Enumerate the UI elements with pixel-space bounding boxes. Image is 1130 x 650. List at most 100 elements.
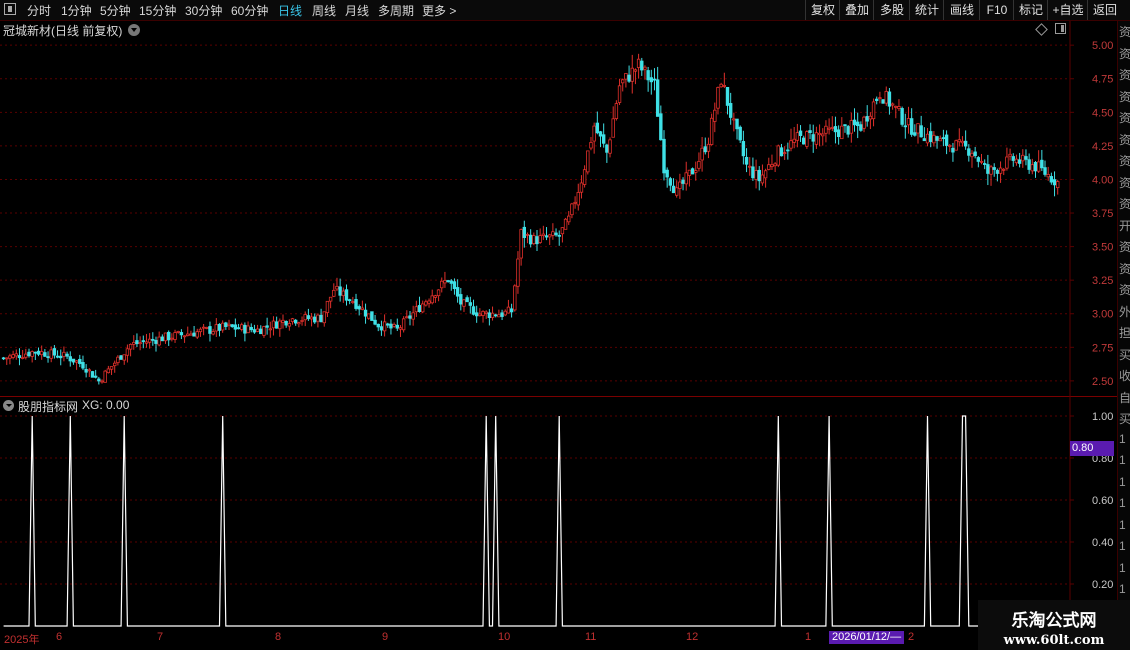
candle-body xyxy=(255,328,260,332)
chevron-down-icon[interactable] xyxy=(3,400,14,411)
candle xyxy=(20,350,25,360)
candle-body xyxy=(544,235,549,238)
candle xyxy=(354,293,358,311)
back-button[interactable]: 返回 xyxy=(1087,0,1122,20)
candle-body xyxy=(287,323,292,327)
candle-body xyxy=(982,163,987,165)
panel-toggle-icon[interactable] xyxy=(1055,23,1066,34)
candle-body xyxy=(411,312,415,320)
candle xyxy=(14,349,18,360)
candle-body xyxy=(757,169,761,182)
candle-body xyxy=(852,119,857,126)
candle xyxy=(198,327,203,337)
candle-body xyxy=(398,327,403,330)
candle xyxy=(132,335,136,350)
chevron-down-icon[interactable] xyxy=(128,24,140,36)
candle-body xyxy=(262,326,266,336)
overlay-button[interactable]: 叠加 xyxy=(839,0,874,20)
candle-body xyxy=(290,318,295,323)
candle xyxy=(516,251,520,294)
candle xyxy=(652,68,657,91)
candle xyxy=(347,298,352,305)
period-tab-weekly[interactable]: 周线 xyxy=(312,2,336,19)
candle-body xyxy=(494,314,498,317)
right-strip-char: 1 xyxy=(1119,560,1126,575)
period-tab-timeshare[interactable]: 分时 xyxy=(27,2,51,19)
period-tab-5min[interactable]: 5分钟 xyxy=(100,2,131,19)
candle xyxy=(144,333,149,348)
f10-button[interactable]: F10 xyxy=(979,0,1014,20)
candle xyxy=(798,125,803,142)
candle-body xyxy=(586,150,590,173)
candle xyxy=(554,228,558,237)
candle-body xyxy=(74,360,79,363)
candle-body xyxy=(474,312,479,317)
candle xyxy=(452,278,457,295)
candle xyxy=(478,308,482,317)
right-strip-char: 1 xyxy=(1119,453,1126,467)
period-tab-daily[interactable]: 日线 xyxy=(278,2,302,19)
candle-body xyxy=(1046,174,1050,178)
candle xyxy=(205,326,209,330)
period-tab-60min[interactable]: 60分钟 xyxy=(231,2,268,19)
watermark-title: 乐淘公式网 xyxy=(1011,611,1097,630)
candle xyxy=(1036,150,1041,174)
indicator-chart[interactable]: 0.20 0.40 0.60 0.80 1.00 xyxy=(0,396,1117,630)
candle xyxy=(722,72,727,89)
price-chart[interactable]: 2.50 2.75 3.00 3.25 3.50 3.75 4.00 4.25 4.50 4.75… xyxy=(0,21,1117,397)
candle-body xyxy=(932,134,936,144)
statistics-button[interactable]: 统计 xyxy=(909,0,944,20)
candle-body xyxy=(827,127,831,130)
candle xyxy=(868,112,873,130)
period-tab-1min[interactable]: 1分钟 xyxy=(61,2,92,19)
candle-body xyxy=(351,301,355,303)
candle xyxy=(265,317,269,335)
candle-body xyxy=(954,140,958,151)
candle xyxy=(795,123,800,148)
candle xyxy=(681,177,685,191)
candle xyxy=(675,180,679,198)
candle xyxy=(706,137,711,159)
candle-body xyxy=(525,233,530,236)
candle-body xyxy=(662,138,666,174)
candle-body xyxy=(1052,179,1057,186)
period-tab-multi[interactable]: 多周期 xyxy=(378,2,414,19)
candle xyxy=(563,217,568,230)
candle xyxy=(862,115,866,133)
candle-body xyxy=(119,355,123,360)
candle xyxy=(8,353,12,365)
menu-icon[interactable] xyxy=(4,3,16,15)
candle xyxy=(427,298,431,308)
candle xyxy=(836,125,841,145)
candle xyxy=(487,309,492,326)
period-tab-monthly[interactable]: 月线 xyxy=(345,2,369,19)
candle-body xyxy=(998,167,1003,174)
candle xyxy=(760,164,765,186)
candle-body xyxy=(986,164,990,174)
period-tab-30min[interactable]: 30分钟 xyxy=(185,2,222,19)
candle xyxy=(494,313,498,318)
multi-stock-button[interactable]: 多股 xyxy=(873,0,910,20)
candle-body xyxy=(436,289,441,297)
candle xyxy=(128,343,133,357)
candle xyxy=(81,355,85,371)
candle-body xyxy=(560,227,565,235)
draw-line-button[interactable]: 画线 xyxy=(943,0,980,20)
diamond-icon[interactable] xyxy=(1035,23,1048,36)
candle xyxy=(840,117,844,140)
mark-button[interactable]: 标记 xyxy=(1013,0,1048,20)
restore-rights-button[interactable]: 复权 xyxy=(805,0,840,20)
candle xyxy=(725,86,730,115)
candle-body xyxy=(503,310,507,316)
candle-body xyxy=(878,97,882,100)
candle xyxy=(119,355,123,360)
candle xyxy=(278,318,282,337)
candle-body xyxy=(465,297,469,303)
period-tab-15min[interactable]: 15分钟 xyxy=(139,2,176,19)
right-strip-char: 1 xyxy=(1119,517,1126,532)
add-watchlist-button[interactable]: +自选 xyxy=(1047,0,1088,20)
y-tick-label: 3.00 xyxy=(1092,309,1113,321)
period-tab-more[interactable]: 更多 > xyxy=(422,2,456,19)
candle-body xyxy=(401,318,406,331)
candle-body xyxy=(960,140,965,144)
